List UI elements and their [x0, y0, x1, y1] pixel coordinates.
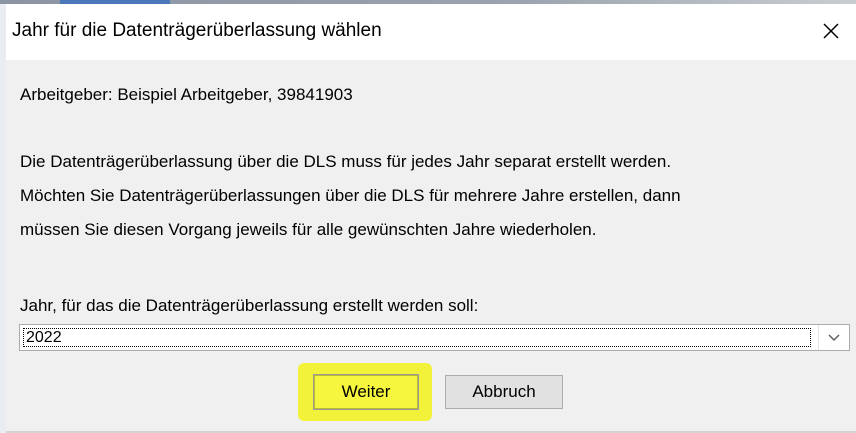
info-text-line-2: Möchten Sie Datenträgerüberlassungen übe…: [20, 186, 681, 205]
year-select[interactable]: 2022: [19, 324, 850, 351]
year-select-value: 2022: [23, 328, 811, 347]
year-selection-dialog: Jahr für die Datenträgerüberlassung wähl…: [6, 4, 856, 433]
employer-text: Arbeitgeber: Beispiel Arbeitgeber, 39841…: [20, 85, 353, 104]
cancel-button[interactable]: Abbruch: [445, 375, 563, 409]
close-icon[interactable]: [816, 16, 846, 46]
dialog-titlebar[interactable]: Jahr für die Datenträgerüberlassung wähl…: [6, 4, 856, 60]
year-label: Jahr, für das die Datenträgerüberlassung…: [20, 296, 479, 315]
dialog-title: Jahr für die Datenträgerüberlassung wähl…: [12, 20, 382, 41]
chevron-down-icon[interactable]: [818, 325, 849, 350]
info-text-line-1: Die Datenträgerüberlassung über die DLS …: [20, 152, 672, 171]
dialog-body: Arbeitgeber: Beispiel Arbeitgeber, 39841…: [6, 60, 856, 433]
info-text-line-3: müssen Sie diesen Vorgang jeweils für al…: [20, 220, 597, 239]
next-button[interactable]: Weiter: [313, 374, 419, 410]
